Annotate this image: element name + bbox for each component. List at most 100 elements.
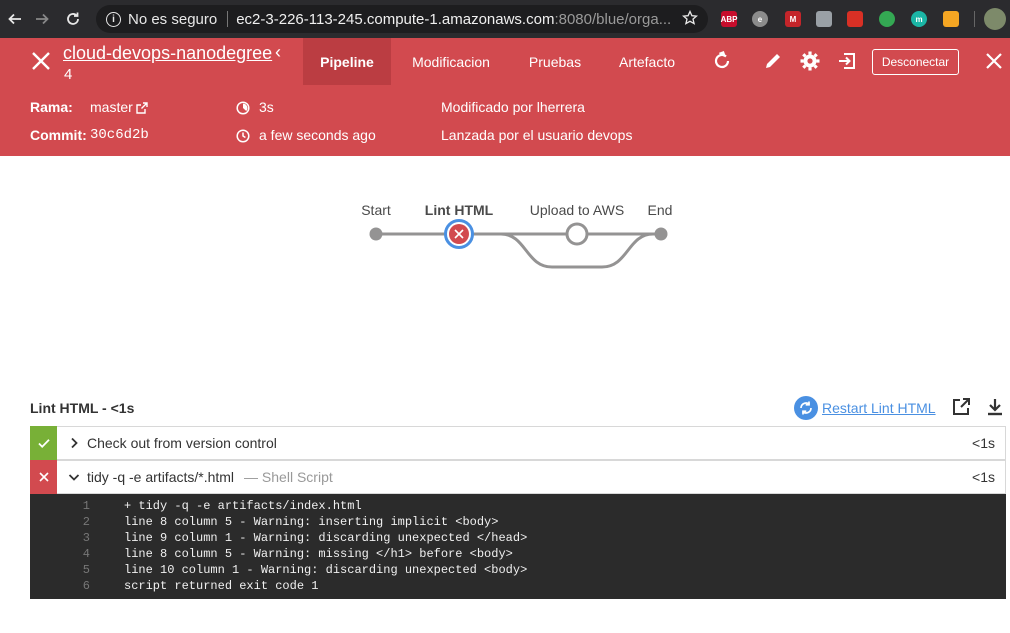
step-name: Check out from version control — [87, 435, 277, 451]
forward-button[interactable] — [27, 0, 57, 38]
run-duration: 3s — [259, 99, 274, 115]
branch-label: Rama: — [30, 99, 73, 115]
run-number: 4 — [64, 66, 73, 83]
profile-avatar[interactable] — [984, 8, 1006, 30]
log-line-text: + tidy -q -e artifacts/index.html — [124, 499, 362, 513]
log-line: 2 line 8 column 5 - Warning: inserting im… — [30, 515, 1006, 531]
log-line: 5 line 10 column 1 - Warning: discarding … — [30, 563, 1006, 579]
adblock-plus-icon[interactable]: ABP — [721, 11, 737, 27]
step-duration: <1s — [972, 469, 995, 485]
failed-x-icon — [30, 459, 57, 494]
log-line-number[interactable]: 4 — [30, 547, 90, 563]
info-icon[interactable]: i — [106, 11, 121, 27]
browser-toolbar: i No es seguro ec2-3-226-113-245.compute… — [0, 0, 1010, 38]
branch-link[interactable]: master — [90, 99, 133, 115]
tab-pruebas[interactable]: Pruebas — [516, 38, 594, 85]
divider — [227, 11, 229, 27]
log-line: 3 line 9 column 1 - Warning: discarding u… — [30, 531, 1006, 547]
edit-pencil-icon[interactable] — [762, 50, 784, 72]
clock-icon — [236, 129, 250, 143]
back-arrow-icon — [8, 13, 21, 25]
restart-stage-label: Restart Lint HTML — [822, 400, 936, 416]
log-line-number[interactable]: 6 — [30, 579, 90, 595]
step-row-checkout[interactable]: Check out from version control <1s — [30, 425, 1006, 460]
log-line-text: line 9 column 1 - Warning: discarding un… — [124, 531, 528, 545]
log-line: 6 script returned exit code 1 — [30, 579, 1006, 595]
duration-icon — [236, 101, 250, 115]
bookmark-star-icon[interactable] — [682, 10, 698, 26]
step-log-output[interactable]: 1 + tidy -q -e artifacts/index.html 2 line… — [30, 494, 1006, 599]
tab-label: Modificacion — [412, 53, 490, 70]
forward-arrow-icon — [36, 13, 49, 25]
modified-by: Modificado por lherrera — [441, 99, 585, 115]
open-in-new-window-icon[interactable] — [951, 397, 971, 417]
close-run-icon[interactable] — [30, 50, 52, 72]
log-line-number[interactable]: 5 — [30, 563, 90, 579]
step-type: — Shell Script — [244, 469, 333, 485]
extension-e-icon[interactable]: e — [752, 11, 768, 27]
download-icon[interactable] — [985, 397, 1005, 417]
extension-m-icon[interactable]: M — [785, 11, 801, 27]
rerun-icon[interactable] — [711, 50, 733, 72]
extension-tag-icon[interactable] — [943, 11, 959, 27]
started-by: Lanzada por el usuario devops — [441, 127, 633, 143]
back-button[interactable] — [0, 0, 30, 38]
stage-label-end: End — [647, 202, 673, 218]
step-name: tidy -q -e artifacts/*.html — [87, 469, 235, 485]
log-line-text: line 8 column 5 - Warning: inserting imp… — [124, 515, 499, 529]
stage-label-upload-to-aws[interactable]: Upload to AWS — [530, 202, 624, 218]
run-header: cloud-devops-nanodegree ‹ 4 Pipeline Mod… — [0, 38, 1010, 156]
log-line-text: line 10 column 1 - Warning: discarding u… — [124, 563, 528, 577]
restart-icon — [794, 396, 818, 420]
extension-teal-icon[interactable]: m — [911, 11, 927, 27]
commit-hash: 30c6d2b — [90, 127, 149, 143]
stage-label-start: Start — [361, 202, 391, 218]
step-duration: <1s — [972, 435, 995, 451]
log-line: 1 + tidy -q -e artifacts/index.html — [30, 499, 1006, 515]
chevron-down-icon[interactable] — [67, 470, 81, 484]
chevron-left-icon[interactable]: ‹ — [275, 42, 281, 63]
tab-artefacto[interactable]: Artefacto — [608, 38, 686, 85]
run-time-ago: a few seconds ago — [259, 127, 376, 143]
security-label: No es seguro — [128, 10, 218, 28]
run-topbar: cloud-devops-nanodegree ‹ 4 Pipeline Mod… — [0, 38, 1010, 85]
success-check-icon — [30, 425, 57, 460]
log-line: 4 line 8 column 5 - Warning: missing </h1… — [30, 547, 1006, 563]
toolbar-divider — [974, 11, 975, 27]
tab-pipeline[interactable]: Pipeline — [303, 38, 391, 85]
pipeline-title-link[interactable]: cloud-devops-nanodegree — [63, 43, 272, 64]
log-line-number[interactable]: 1 — [30, 499, 90, 515]
restart-stage-button[interactable]: Restart Lint HTML — [794, 396, 936, 420]
tab-modificacion[interactable]: Modificacion — [401, 38, 501, 85]
tab-label: Pipeline — [320, 53, 374, 70]
log-line-text: line 8 column 5 - Warning: missing </h1>… — [124, 547, 513, 561]
log-line-text: script returned exit code 1 — [124, 579, 319, 593]
log-line-number[interactable]: 2 — [30, 515, 90, 531]
log-line-number[interactable]: 3 — [30, 531, 90, 547]
extension-ring-icon[interactable] — [879, 11, 895, 27]
extension-red-icon[interactable] — [847, 11, 863, 27]
step-row-tidy[interactable]: tidy -q -e artifacts/*.html — Shell Scri… — [30, 459, 1006, 494]
tab-label: Pruebas — [528, 53, 582, 70]
stage-label-lint-html[interactable]: Lint HTML — [425, 202, 493, 218]
shield-extension-icon[interactable] — [816, 11, 832, 27]
pipeline-graph: Start Lint HTML Upload to AWS End — [0, 156, 1010, 386]
pipeline-graph-canvas — [369, 219, 668, 269]
external-link-icon[interactable] — [136, 102, 148, 114]
steps-title: Lint HTML - <1s — [30, 400, 135, 416]
start-node — [369, 227, 383, 241]
upload-to-aws-node[interactable] — [565, 222, 589, 246]
url-path: :8080/blue/orga... — [554, 10, 672, 28]
end-node — [654, 227, 668, 241]
tab-label: Artefacto — [618, 53, 676, 70]
settings-gear-icon[interactable] — [799, 50, 821, 72]
chevron-right-icon[interactable] — [67, 436, 81, 450]
commit-label: Commit: — [30, 127, 87, 143]
address-bar[interactable]: i No es seguro ec2-3-226-113-245.compute… — [96, 5, 708, 33]
close-icon[interactable] — [985, 52, 1003, 70]
sign-out-icon[interactable] — [836, 50, 858, 72]
reload-icon — [67, 12, 79, 25]
reload-button[interactable] — [58, 0, 88, 38]
logout-button[interactable]: Desconectar — [872, 49, 959, 75]
url-host: ec2-3-226-113-245.compute-1.amazonaws.co… — [236, 10, 555, 28]
